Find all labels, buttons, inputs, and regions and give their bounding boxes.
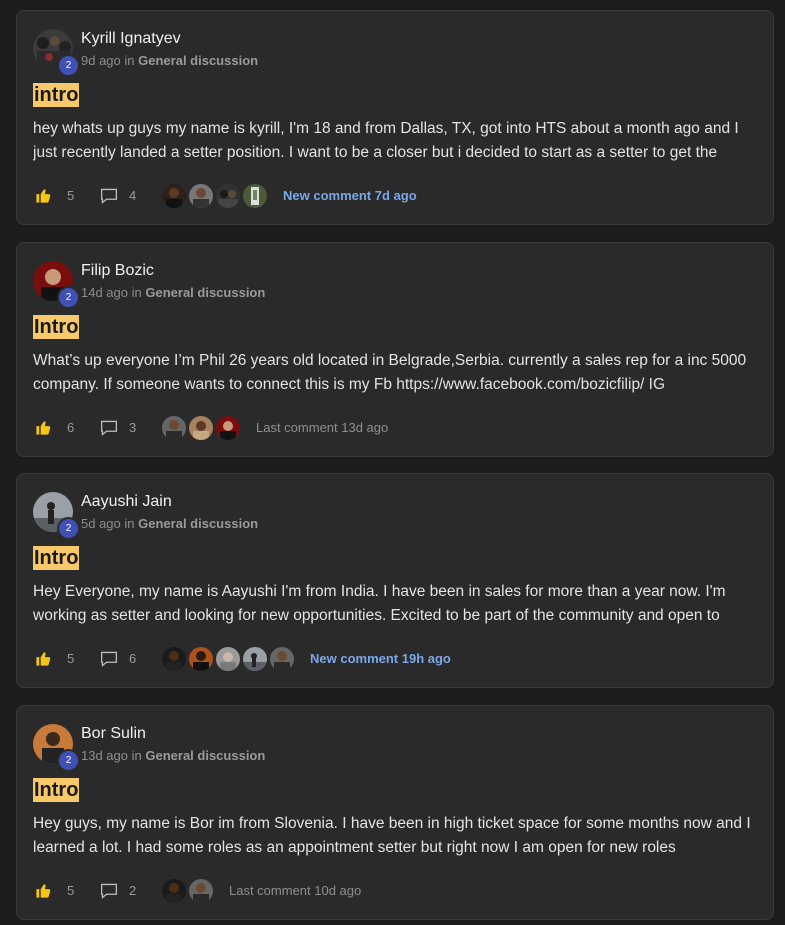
- post-category[interactable]: General discussion: [138, 516, 258, 531]
- post-card[interactable]: 2 Bor Sulin 13d ago in General discussio…: [16, 705, 774, 920]
- last-comment[interactable]: New comment 19h ago: [310, 651, 451, 666]
- thumbs-up-icon[interactable]: [35, 650, 52, 667]
- post-title[interactable]: Intro: [33, 315, 80, 339]
- commenter-avatar[interactable]: [242, 646, 268, 672]
- post-time: 5d ago: [81, 516, 121, 531]
- author-name[interactable]: Filip Bozic: [81, 262, 154, 280]
- comment-count: 6: [129, 651, 137, 666]
- post-category[interactable]: General discussion: [138, 53, 258, 68]
- commenter-avatar[interactable]: [188, 878, 214, 904]
- meta-in: in: [124, 516, 135, 531]
- level-badge: 2: [57, 517, 80, 540]
- commenter-avatar[interactable]: [215, 415, 241, 441]
- post-footer: 6 3 Last comment 13d ago: [33, 415, 761, 441]
- post-meta: 13d ago in General discussion: [81, 748, 265, 763]
- author-name[interactable]: Bor Sulin: [81, 725, 146, 743]
- commenter-avatar[interactable]: [215, 183, 241, 209]
- comment-bubble-icon[interactable]: [99, 882, 119, 900]
- post-footer: 5 6 New comment 19h ago: [33, 646, 761, 672]
- post-card[interactable]: 2 Kyrill Ignatyev 9d ago in General disc…: [16, 10, 774, 225]
- comment-bubble-icon[interactable]: [99, 650, 119, 668]
- author-name[interactable]: Aayushi Jain: [81, 493, 172, 511]
- thumbs-up-icon[interactable]: [35, 419, 52, 436]
- commenter-avatar[interactable]: [215, 646, 241, 672]
- post-body[interactable]: Hey Everyone, my name is Aayushi I'm fro…: [33, 580, 761, 628]
- comment-count: 3: [129, 420, 137, 435]
- meta-in: in: [124, 53, 135, 68]
- last-comment[interactable]: Last comment 10d ago: [229, 883, 361, 898]
- meta-in: in: [131, 748, 142, 763]
- post-title[interactable]: Intro: [33, 778, 80, 802]
- post-time: 13d ago: [81, 748, 128, 763]
- commenter-avatar[interactable]: [161, 415, 187, 441]
- post-footer: 5 2 Last comment 10d ago: [33, 878, 761, 904]
- post-time: 14d ago: [81, 285, 128, 300]
- post-footer: 5 4 New comment 7d ago: [33, 183, 761, 209]
- comment-bubble-icon[interactable]: [99, 187, 119, 205]
- meta-in: in: [131, 285, 142, 300]
- level-badge: 2: [57, 749, 80, 772]
- last-comment[interactable]: New comment 7d ago: [283, 188, 417, 203]
- post-card[interactable]: 2 Aayushi Jain 5d ago in General discuss…: [16, 473, 774, 688]
- post-meta: 5d ago in General discussion: [81, 516, 258, 531]
- thumbs-up-icon[interactable]: [35, 882, 52, 899]
- comment-count: 4: [129, 188, 137, 203]
- post-body[interactable]: hey whats up guys my name is kyrill, I'm…: [33, 117, 761, 165]
- like-count: 5: [67, 651, 75, 666]
- level-badge: 2: [57, 54, 80, 77]
- post-category[interactable]: General discussion: [145, 748, 265, 763]
- post-meta: 14d ago in General discussion: [81, 285, 265, 300]
- like-count: 6: [67, 420, 75, 435]
- commenter-avatar[interactable]: [242, 183, 268, 209]
- thumbs-up-icon[interactable]: [35, 187, 52, 204]
- commenter-avatar[interactable]: [161, 878, 187, 904]
- commenter-avatar[interactable]: [188, 646, 214, 672]
- commenter-avatar[interactable]: [188, 415, 214, 441]
- like-count: 5: [67, 883, 75, 898]
- author-name[interactable]: Kyrill Ignatyev: [81, 30, 181, 48]
- post-body[interactable]: Hey guys, my name is Bor im from Sloveni…: [33, 812, 761, 860]
- post-body[interactable]: What’s up everyone I’m Phil 26 years old…: [33, 349, 761, 397]
- last-comment[interactable]: Last comment 13d ago: [256, 420, 388, 435]
- comment-count: 2: [129, 883, 137, 898]
- like-count: 5: [67, 188, 75, 203]
- commenter-avatar[interactable]: [269, 646, 295, 672]
- post-feed: 2 Kyrill Ignatyev 9d ago in General disc…: [0, 0, 785, 925]
- level-badge: 2: [57, 286, 80, 309]
- commenter-avatar[interactable]: [188, 183, 214, 209]
- post-card[interactable]: 2 Filip Bozic 14d ago in General discuss…: [16, 242, 774, 457]
- post-meta: 9d ago in General discussion: [81, 53, 258, 68]
- post-time: 9d ago: [81, 53, 121, 68]
- post-category[interactable]: General discussion: [145, 285, 265, 300]
- commenter-avatar[interactable]: [161, 183, 187, 209]
- post-title[interactable]: Intro: [33, 546, 80, 570]
- commenter-avatar[interactable]: [161, 646, 187, 672]
- comment-bubble-icon[interactable]: [99, 419, 119, 437]
- post-title[interactable]: intro: [33, 83, 80, 107]
